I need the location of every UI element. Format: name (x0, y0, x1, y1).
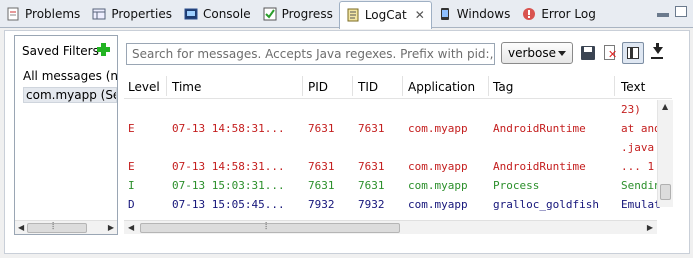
properties-icon (92, 7, 106, 21)
tab-problems[interactable]: Problems (0, 1, 86, 27)
tab-logcat[interactable]: LogCat ✕ (338, 0, 432, 29)
log-tag: AndroidRuntime (493, 122, 586, 135)
tab-progress[interactable]: Progress (257, 1, 339, 27)
tab-label: LogCat (364, 8, 407, 22)
column-header-tag[interactable]: Tag (493, 80, 513, 94)
toggle-filters-icon[interactable] (622, 42, 644, 64)
log-application: com.myapp (408, 179, 468, 192)
tab-console[interactable]: Console (178, 1, 257, 27)
log-pid: 7631 (308, 179, 335, 192)
log-tid: 7631 (358, 179, 385, 192)
scroll-right-icon[interactable]: ▶ (108, 223, 114, 232)
log-text: at android (621, 122, 661, 135)
add-filter-icon[interactable] (97, 43, 110, 56)
log-pid: 7631 (308, 160, 335, 173)
log-text: 23) (621, 103, 641, 116)
tab-label: Progress (281, 6, 333, 21)
column-header-pid[interactable]: PID (308, 80, 328, 94)
log-time: 07-13 15:03:31... (172, 179, 285, 192)
tab-windows[interactable]: Windows (432, 1, 517, 27)
log-horizontal-scrollbar[interactable]: ◀ ⦙ ▶ (124, 220, 657, 234)
log-tag: AndroidRuntime (493, 160, 586, 173)
column-header-application[interactable]: Application (408, 80, 475, 94)
log-text: ... 1 (621, 160, 655, 173)
log-table-header: Level Time PID TID Application Tag Text (124, 73, 672, 99)
error-log-icon (522, 7, 536, 21)
log-level: D (128, 198, 135, 211)
tab-properties[interactable]: Properties (86, 1, 178, 27)
maximize-icon[interactable] (675, 6, 687, 17)
log-pid: 7631 (308, 122, 335, 135)
log-time: 07-13 14:58:31... (172, 160, 285, 173)
tab-label: Properties (111, 6, 172, 21)
scroll-right-icon[interactable]: ▶ (647, 223, 653, 232)
log-text: Sending (621, 179, 661, 192)
tab-label: Console (202, 6, 251, 21)
log-text: .java (621, 141, 655, 154)
search-input[interactable]: Search for messages. Accepts Java regexe… (126, 43, 495, 65)
log-row[interactable]: .java (124, 139, 672, 158)
log-row[interactable]: I 07-13 15:03:31... 7631 7631 com.myapp … (124, 177, 672, 196)
filter-item-com-myapp[interactable]: com.myapp (Session Filter) (23, 87, 117, 103)
save-icon[interactable] (579, 44, 597, 62)
view-tab-bar: Problems Properties Console Progress Log… (0, 0, 693, 29)
log-text: Emulator (621, 198, 661, 211)
scroll-left-icon[interactable]: ◀ (128, 223, 134, 232)
log-time: 07-13 15:05:45... (172, 198, 285, 211)
tab-label: Problems (25, 6, 81, 21)
scrollbar-thumb[interactable] (660, 184, 671, 200)
log-level: E (128, 122, 135, 135)
saved-filters-title: Saved Filters (22, 44, 99, 58)
view-controls (657, 6, 687, 17)
clear-log-icon[interactable]: ✕ (601, 44, 619, 62)
log-level-select[interactable]: verbose (501, 42, 573, 64)
tab-label: Windows (456, 6, 511, 21)
log-table: Level Time PID TID Application Tag Text … (124, 73, 672, 221)
filter-item-all-messages[interactable]: All messages (no filters) (23, 69, 117, 83)
problems-icon (6, 7, 20, 21)
scrollbar-thumb[interactable]: ⦙ (27, 221, 87, 233)
console-icon (184, 7, 198, 21)
log-row[interactable]: D 07-13 15:05:45... 7932 7932 com.myapp … (124, 196, 672, 215)
log-time: 07-13 14:58:31... (172, 122, 285, 135)
log-level-value: verbose (508, 46, 557, 60)
log-row[interactable]: E 07-13 14:58:31... 7631 7631 com.myapp … (124, 120, 672, 139)
log-tag: Process (493, 179, 540, 192)
scrollbar-thumb[interactable]: ⦙ (140, 221, 400, 233)
log-tag: gralloc_goldfish (493, 198, 599, 211)
scroll-lock-icon[interactable] (648, 43, 666, 62)
tab-label: Error Log (541, 6, 596, 21)
log-pid: 7932 (308, 198, 335, 211)
column-header-time[interactable]: Time (172, 80, 201, 94)
close-icon[interactable]: ✕ (415, 8, 425, 22)
scroll-up-icon[interactable]: ▲ (662, 102, 668, 111)
log-application: com.myapp (408, 160, 468, 173)
saved-filters-panel: Saved Filters All messages (no filters) … (14, 35, 118, 235)
log-vertical-scrollbar[interactable]: ▲ (657, 100, 673, 207)
filters-horizontal-scrollbar[interactable]: ◀ ⦙ ▶ (15, 220, 117, 234)
progress-icon (263, 7, 277, 21)
log-tid: 7631 (358, 160, 385, 173)
chevron-down-icon (558, 51, 566, 56)
log-tid: 7932 (358, 198, 385, 211)
log-application: com.myapp (408, 122, 468, 135)
tab-error-log[interactable]: Error Log (516, 1, 602, 27)
log-application: com.myapp (408, 198, 468, 211)
column-header-text[interactable]: Text (621, 80, 645, 94)
log-row[interactable]: E 07-13 14:58:31... 7631 7631 com.myapp … (124, 158, 672, 177)
log-tid: 7631 (358, 122, 385, 135)
log-row[interactable]: 23) (124, 101, 672, 120)
windows-icon (438, 7, 452, 21)
column-header-tid[interactable]: TID (358, 80, 378, 94)
log-level: E (128, 160, 135, 173)
log-level: I (128, 179, 135, 192)
scroll-left-icon[interactable]: ◀ (18, 223, 24, 232)
column-header-level[interactable]: Level (128, 80, 160, 94)
logcat-icon (346, 8, 360, 22)
minimize-icon[interactable] (657, 13, 669, 17)
